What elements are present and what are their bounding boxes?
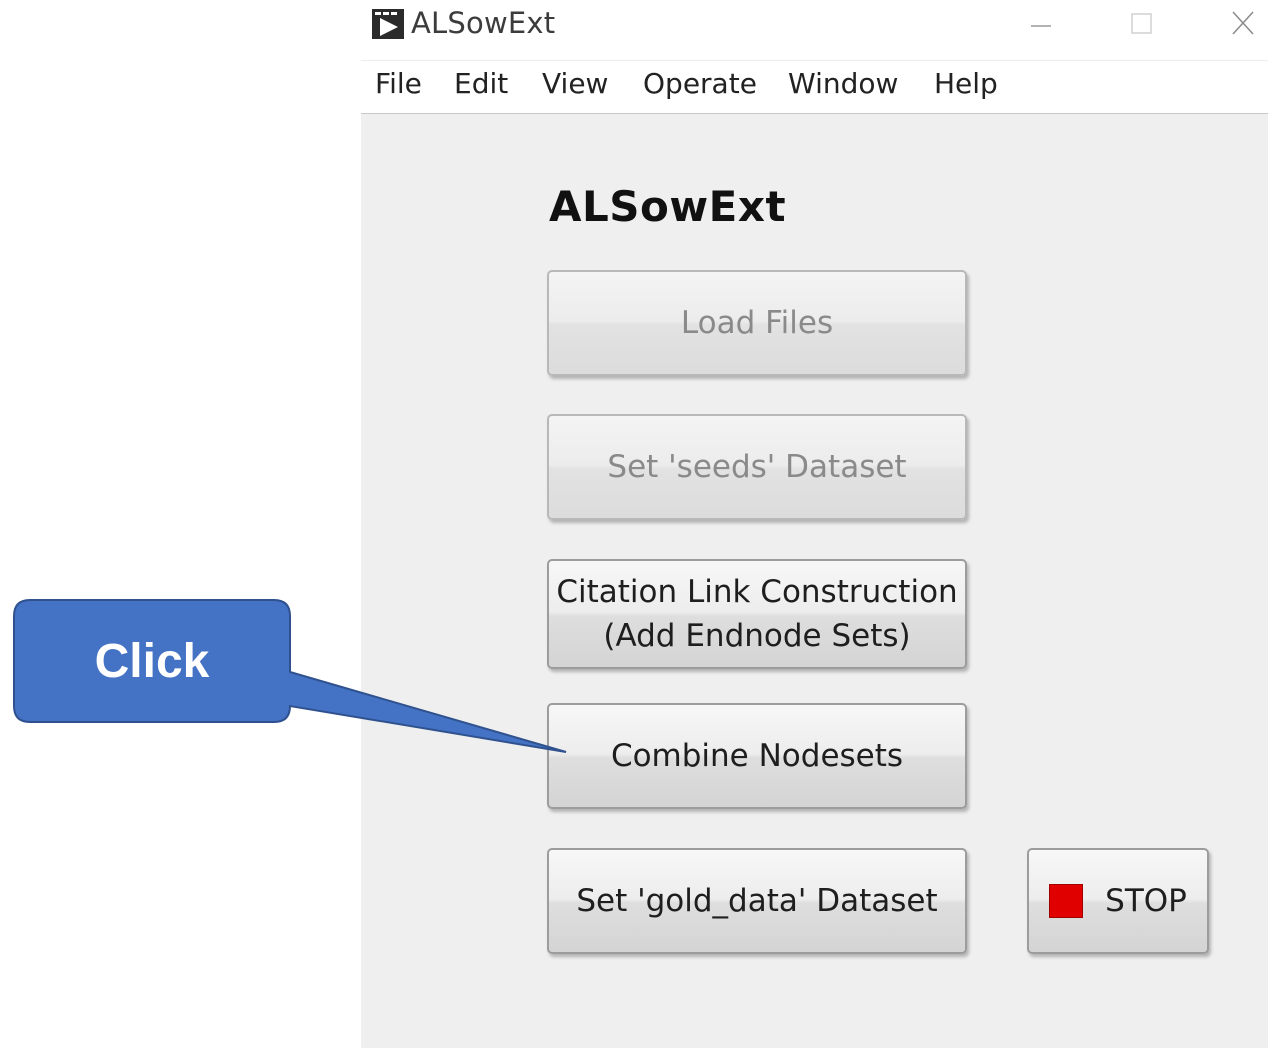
labview-app-icon — [372, 9, 404, 39]
citation-label-line1: Citation Link Construction — [556, 574, 958, 610]
app-window: ALSowExt File Edit View Operate Window H… — [361, 0, 1268, 1048]
menu-bar: File Edit View Operate Window Help — [361, 60, 1268, 115]
maximize-icon[interactable] — [1121, 6, 1161, 42]
minimize-icon[interactable] — [1021, 6, 1061, 42]
menu-view[interactable]: View — [542, 67, 608, 100]
stop-label: STOP — [1105, 883, 1187, 919]
set-seeds-dataset-label: Set 'seeds' Dataset — [607, 449, 907, 485]
set-seeds-dataset-button[interactable]: Set 'seeds' Dataset — [547, 414, 967, 520]
front-panel: ALSowExt Load Files Set 'seeds' Dataset … — [361, 114, 1268, 1048]
load-files-label: Load Files — [680, 305, 834, 341]
panel-title: ALSowExt — [549, 182, 787, 231]
citation-link-construction-button[interactable]: Citation Link Construction (Add Endnode … — [547, 559, 967, 669]
combine-nodesets-button[interactable]: Combine Nodesets — [547, 703, 967, 809]
window-title: ALSowExt — [411, 6, 556, 40]
menu-operate[interactable]: Operate — [643, 67, 757, 100]
menu-edit[interactable]: Edit — [454, 67, 508, 100]
load-files-button[interactable]: Load Files — [547, 270, 967, 376]
callout-label: Click — [94, 634, 210, 688]
close-icon[interactable] — [1223, 6, 1263, 42]
menu-file[interactable]: File — [375, 67, 422, 100]
combine-nodesets-label: Combine Nodesets — [610, 738, 904, 774]
menu-help[interactable]: Help — [934, 67, 998, 100]
menu-window[interactable]: Window — [788, 67, 898, 100]
title-bar: ALSowExt — [361, 0, 1268, 60]
set-gold-data-dataset-button[interactable]: Set 'gold_data' Dataset — [547, 848, 967, 954]
stop-square-icon — [1049, 884, 1084, 918]
citation-label-line2: (Add Endnode Sets) — [603, 618, 911, 654]
set-gold-data-dataset-label: Set 'gold_data' Dataset — [576, 883, 938, 919]
stop-button[interactable]: STOP — [1027, 848, 1209, 954]
